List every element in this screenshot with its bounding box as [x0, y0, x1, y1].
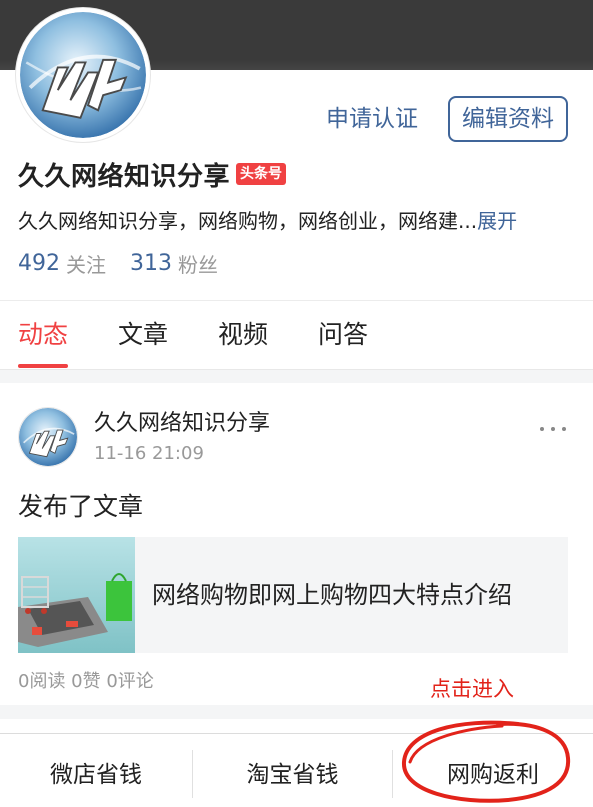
red-hand-drawn-circle: [401, 720, 571, 803]
globe-logo-icon: [19, 408, 77, 466]
bio-expand-link[interactable]: 展开: [477, 209, 517, 233]
profile-tabs: 动态 文章 视频 问答: [0, 301, 593, 369]
followers-count[interactable]: 313: [130, 251, 172, 276]
section-gap: [0, 705, 593, 719]
followers-label[interactable]: 粉丝: [178, 249, 218, 278]
bio-text: 久久网络知识分享，网络购物，网络创业，网络建...: [18, 209, 478, 233]
profile-name-row: 久久网络知识分享 头条号: [18, 156, 287, 192]
profile-avatar[interactable]: [16, 8, 150, 142]
post-stats: 0阅读 0赞 0评论: [18, 671, 154, 692]
shopping-cart-laptop-image: [18, 537, 135, 653]
following-count[interactable]: 492: [18, 251, 60, 276]
tab-qa[interactable]: 问答: [318, 317, 368, 353]
post-action-text: 发布了文章: [18, 492, 144, 521]
post-author-name[interactable]: 久久网络知识分享: [94, 405, 270, 437]
tab-videos[interactable]: 视频: [218, 317, 268, 353]
tab-articles[interactable]: 文章: [118, 317, 168, 353]
more-dots-icon[interactable]: [536, 419, 570, 439]
profile-stats: 492 关注 313 粉丝: [18, 248, 218, 278]
article-card[interactable]: 网络购物即网上购物四大特点介绍: [18, 537, 568, 653]
profile-bio: 久久网络知识分享，网络购物，网络创业，网络建...展开: [18, 206, 578, 236]
tab-dynamics[interactable]: 动态: [18, 317, 68, 353]
taobao-savings-button[interactable]: 淘宝省钱: [193, 734, 392, 807]
following-label[interactable]: 关注: [66, 249, 106, 278]
post-timestamp: 11-16 21:09: [94, 443, 204, 464]
feed-post[interactable]: 久久网络知识分享 11-16 21:09 发布了文章 网络购物即网上购物四大特点…: [0, 383, 593, 705]
apply-certification-button[interactable]: 申请认证: [318, 96, 426, 142]
active-tab-indicator: [18, 364, 68, 368]
section-gap: [0, 369, 593, 383]
globe-logo-icon: [20, 12, 146, 138]
weidian-savings-button[interactable]: 微店省钱: [0, 734, 192, 807]
article-thumbnail: [18, 537, 135, 653]
toutiao-badge: 头条号: [236, 163, 287, 185]
edit-profile-button[interactable]: 编辑资料: [448, 96, 568, 142]
article-title[interactable]: 网络购物即网上购物四大特点介绍: [152, 575, 512, 610]
click-here-annotation: 点击进入: [430, 677, 514, 701]
post-author-avatar[interactable]: [18, 407, 78, 467]
profile-name: 久久网络知识分享: [18, 161, 231, 192]
